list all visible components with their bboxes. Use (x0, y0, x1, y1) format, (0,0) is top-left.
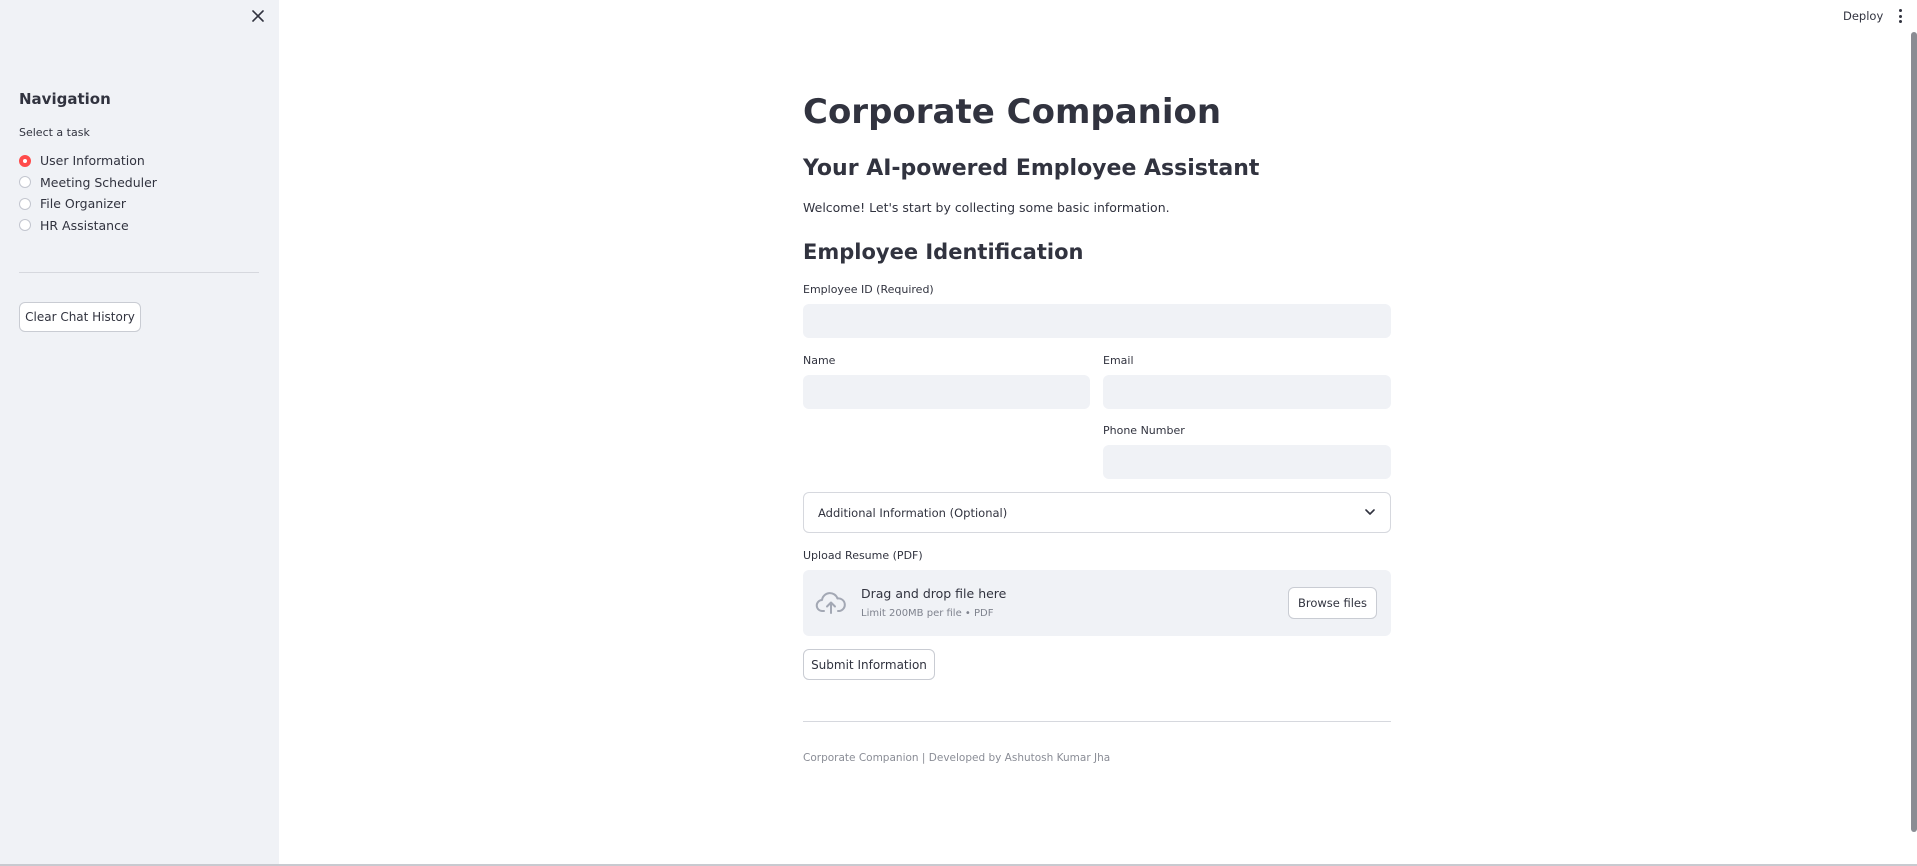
file-dropzone[interactable]: Drag and drop file here Limit 200MB per … (803, 570, 1391, 636)
email-label: Email (1103, 354, 1134, 367)
radio-selected-icon (19, 154, 31, 167)
cloud-upload-icon (815, 592, 846, 614)
radio-unselected-icon (19, 197, 31, 210)
section-title: Employee Identification (803, 240, 1084, 264)
kebab-menu-icon[interactable] (1893, 8, 1907, 24)
welcome-text: Welcome! Let's start by collecting some … (803, 200, 1170, 215)
radio-option-hr-assistance[interactable]: HR Assistance (19, 215, 157, 237)
chevron-down-icon (1364, 507, 1376, 519)
phone-label: Phone Number (1103, 424, 1185, 437)
clear-chat-history-button[interactable]: Clear Chat History (19, 302, 141, 332)
radio-option-label: File Organizer (40, 196, 127, 212)
expander-label: Additional Information (Optional) (818, 505, 1008, 520)
footer-divider (803, 721, 1391, 722)
submit-information-button[interactable]: Submit Information (803, 649, 935, 680)
radio-option-label: User Information (40, 153, 145, 169)
task-radio-label: Select a task (19, 126, 90, 139)
phone-input[interactable] (1103, 445, 1391, 479)
radio-option-meeting-scheduler[interactable]: Meeting Scheduler (19, 172, 157, 194)
browse-files-button[interactable]: Browse files (1288, 587, 1377, 619)
radio-option-label: Meeting Scheduler (40, 174, 157, 190)
upload-label: Upload Resume (PDF) (803, 549, 923, 562)
page-title: Corporate Companion (803, 92, 1222, 132)
deploy-button[interactable]: Deploy (1843, 9, 1883, 23)
page-subtitle: Your AI-powered Employee Assistant (803, 156, 1260, 181)
scrollbar[interactable] (1911, 32, 1917, 832)
radio-option-label: HR Assistance (40, 217, 129, 233)
close-sidebar-button[interactable] (248, 6, 268, 26)
sidebar-title: Navigation (19, 90, 111, 108)
additional-info-expander[interactable]: Additional Information (Optional) (803, 492, 1391, 533)
radio-option-file-organizer[interactable]: File Organizer (19, 193, 157, 215)
radio-unselected-icon (19, 176, 31, 189)
dropzone-text: Drag and drop file here (861, 586, 1007, 601)
task-radio-group: User Information Meeting Scheduler File … (19, 150, 157, 236)
footer-text: Corporate Companion | Developed by Ashut… (803, 752, 1111, 764)
employee-id-label: Employee ID (Required) (803, 283, 934, 296)
dropzone-limit-text: Limit 200MB per file • PDF (861, 608, 994, 619)
radio-unselected-icon (19, 219, 31, 232)
name-input[interactable] (803, 375, 1090, 409)
email-input[interactable] (1103, 375, 1391, 409)
sidebar-divider (19, 272, 259, 273)
name-label: Name (803, 354, 836, 367)
employee-id-input[interactable] (803, 304, 1391, 338)
sidebar: Navigation Select a task User Informatio… (0, 0, 279, 866)
close-icon (252, 10, 264, 22)
radio-option-user-information[interactable]: User Information (19, 150, 157, 172)
